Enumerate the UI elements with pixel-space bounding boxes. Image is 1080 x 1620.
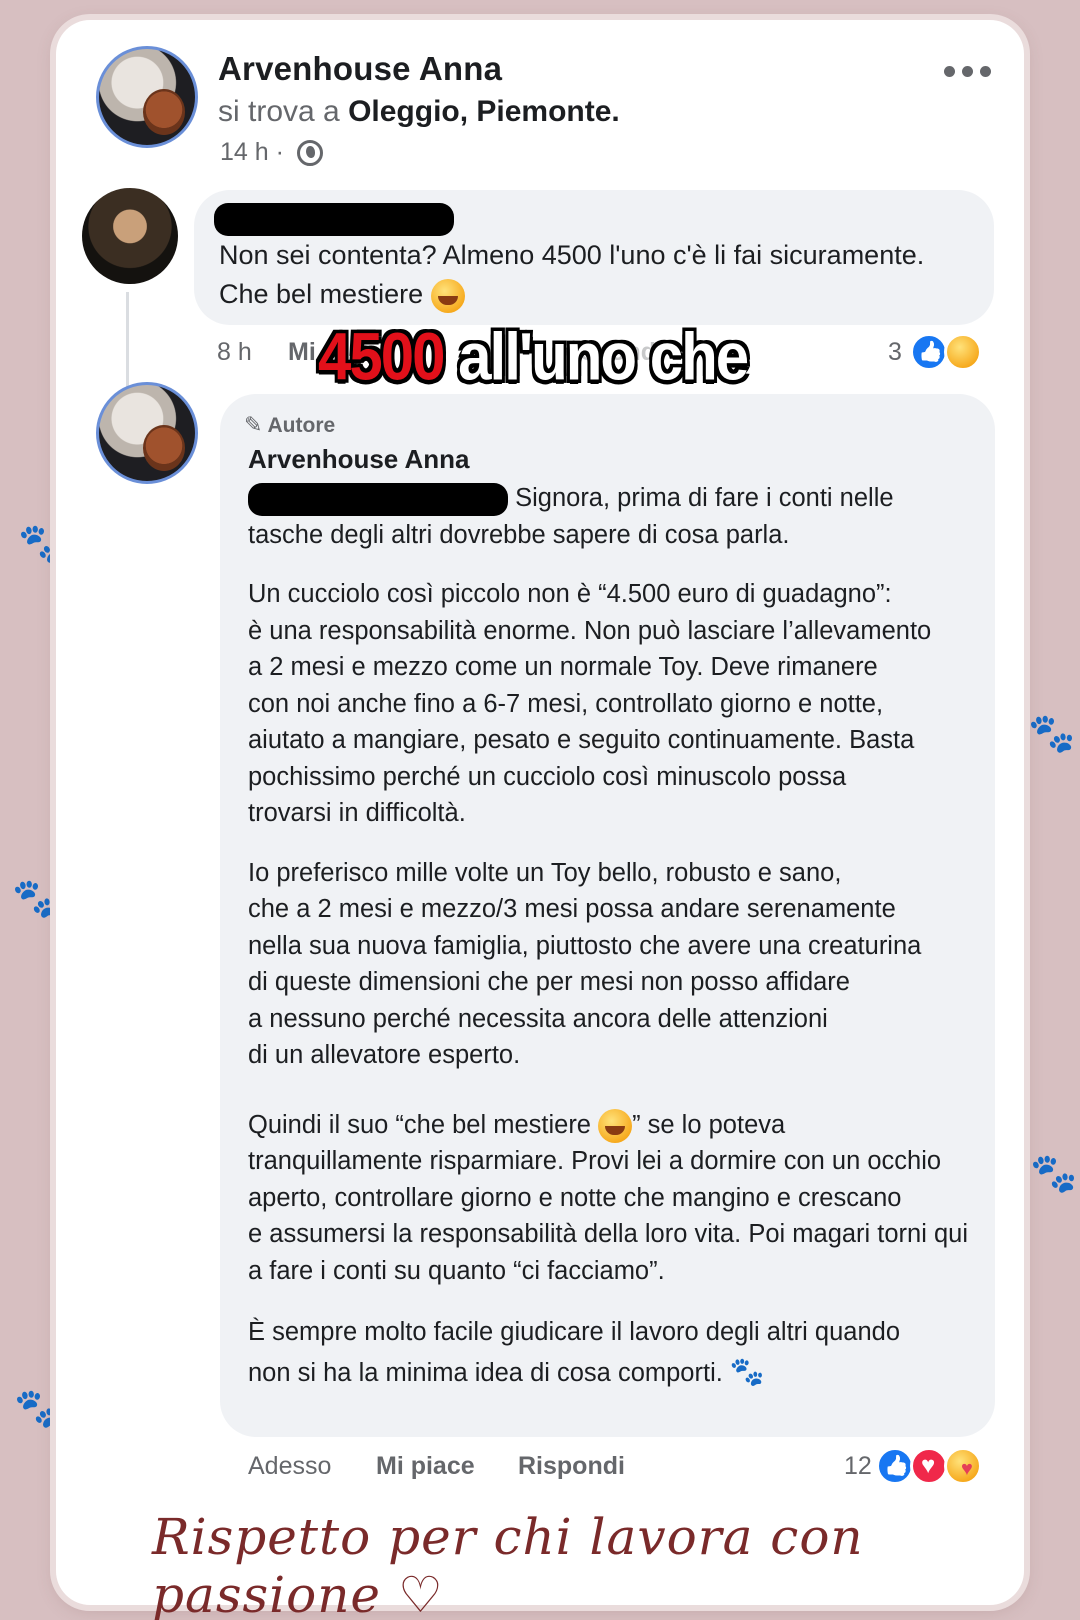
commenter-avatar[interactable] [82,188,178,284]
comment-reaction-count[interactable]: 3 [888,338,902,367]
haha-reaction-icon [944,333,982,371]
reply-reaction-count[interactable]: 12 [844,1452,872,1481]
post-location: si trova a Oleggio, Piemonte. [218,95,620,128]
like-reaction-icon [876,1447,914,1485]
post-time[interactable]: 14 h [220,138,269,166]
redacted-name [214,203,454,236]
reply-time[interactable]: Adesso [248,1452,331,1481]
author-avatar[interactable] [96,46,198,148]
heart-outline-icon: ♡ [397,1566,444,1620]
paw-print-icon: 🐾 [14,1388,62,1430]
globe-icon [296,140,323,167]
redacted-mention [248,482,508,516]
paw-print-icon: 🐾 [1030,1153,1078,1195]
paw-print-icon: 🐾 [12,878,60,920]
care-reaction-icon [944,1447,982,1485]
reply-author-name[interactable]: Arvenhouse Anna [248,444,470,475]
more-options-icon[interactable] [944,66,991,77]
comment-like-button[interactable]: Mi [288,338,316,367]
reply-author-avatar[interactable] [96,382,198,484]
post-author-name[interactable]: Arvenhouse Anna [218,50,502,88]
location-link[interactable]: Oleggio, Piemonte. [348,95,620,128]
love-reaction-icon [910,1447,948,1485]
comment-bubble: Non sei contenta? Almeno 4500 l'uno c'è … [194,190,994,325]
star-struck-emoji-icon [598,1108,633,1143]
video-caption: 4500 all'uno che [318,318,749,395]
post-card: Arvenhouse Anna si trova a Oleggio, Piem… [56,20,1024,1620]
footer-tagline: Rispetto per chi lavora con passione ♡ [152,1508,1024,1620]
pencil-icon: ✎ [244,412,263,437]
reply-reply-button[interactable]: Rispondi [518,1452,625,1481]
comment-time[interactable]: 8 h [217,338,252,367]
author-badge: ✎ Autore [244,412,336,437]
like-reaction-icon [910,333,948,371]
thread-line [126,292,129,392]
paw-prints-icon: 🐾 [729,1356,765,1387]
comment-text: Non sei contenta? Almeno 4500 l'uno c'è … [219,236,989,314]
reply-like-button[interactable]: Mi piace [376,1452,475,1481]
reply-text: Signora, prima di fare i conti nelle tas… [248,482,969,1387]
paw-print-icon: 🐾 [1028,713,1076,755]
star-struck-emoji-icon [430,278,465,313]
post-meta: 14 h · [220,138,323,167]
reply-bubble: ✎ Autore Arvenhouse Anna Signora, prima … [220,394,995,1437]
